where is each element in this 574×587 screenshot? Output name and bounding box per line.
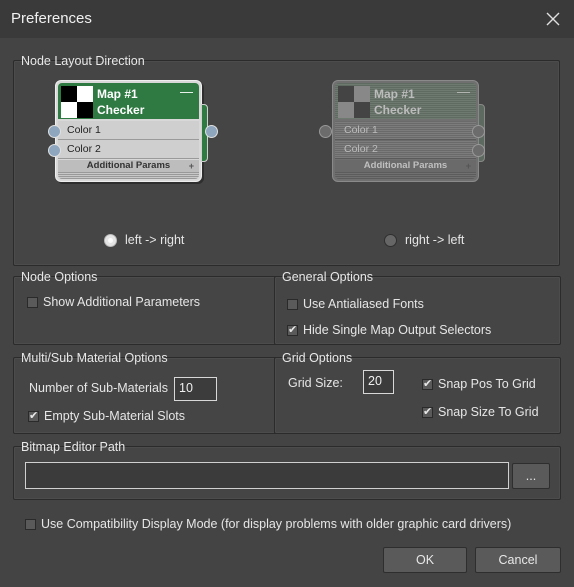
- additional-params: Additional Params +: [58, 160, 199, 172]
- antialiased-fonts-label: Use Antialiased Fonts: [303, 297, 424, 311]
- node-type: Checker: [374, 103, 422, 117]
- compat-mode-checkbox[interactable]: Use Compatibility Display Mode (for disp…: [25, 517, 511, 531]
- title-bar: Preferences: [0, 0, 574, 38]
- node-param-color1: Color 1: [58, 121, 199, 140]
- snap-pos-label: Snap Pos To Grid: [438, 377, 536, 391]
- general-options-title: General Options: [282, 270, 374, 284]
- node-param-color1: Color 1: [335, 121, 476, 140]
- snap-size-label: Snap Size To Grid: [438, 405, 539, 419]
- cancel-button[interactable]: Cancel: [475, 547, 561, 573]
- plus-icon: +: [465, 161, 471, 171]
- checker-swatch: [61, 86, 93, 118]
- input-socket-icon: [48, 144, 61, 157]
- grid-size-label: Grid Size:: [288, 376, 343, 390]
- additional-params: Additional Params +: [335, 160, 476, 172]
- grid-options-group: Grid Options: [274, 351, 561, 434]
- ok-button[interactable]: OK: [383, 547, 467, 573]
- output-socket-icon: [472, 144, 485, 157]
- output-socket-icon: [205, 125, 218, 138]
- node-param-color2: Color 2: [58, 140, 199, 159]
- show-additional-params-label: Show Additional Parameters: [43, 295, 201, 309]
- node-name: Map #1: [97, 87, 138, 101]
- node-options-group: Node Options: [13, 270, 291, 345]
- multi-sub-title: Multi/Sub Material Options: [21, 351, 168, 365]
- checkbox-checked-icon: [422, 377, 433, 390]
- node-footer: [335, 172, 476, 179]
- hide-selectors-checkbox[interactable]: Hide Single Map Output Selectors: [287, 323, 491, 337]
- checker-swatch: [338, 86, 370, 118]
- empty-slots-checkbox[interactable]: Empty Sub-Material Slots: [28, 409, 185, 423]
- node-type: Checker: [97, 103, 145, 117]
- input-socket-icon: [48, 125, 61, 138]
- antialiased-fonts-checkbox[interactable]: Use Antialiased Fonts: [287, 297, 424, 311]
- node-layout-title: Node Layout Direction: [21, 54, 145, 68]
- checkbox-checked-icon: [287, 323, 298, 336]
- radio-right-to-left-label: right -> left: [405, 233, 465, 247]
- checkbox-checked-icon: [28, 409, 39, 422]
- checkbox-icon: [25, 518, 36, 530]
- close-icon: [546, 12, 560, 26]
- node-header: Map #1 Checker —: [335, 83, 476, 119]
- input-socket-icon: [319, 125, 332, 138]
- snap-pos-checkbox[interactable]: Snap Pos To Grid: [422, 377, 536, 391]
- compat-mode-label: Use Compatibility Display Mode (for disp…: [41, 517, 512, 531]
- empty-slots-label: Empty Sub-Material Slots: [44, 409, 186, 423]
- bitmap-editor-path-input[interactable]: [25, 462, 509, 489]
- minimize-icon: —: [180, 84, 193, 99]
- grid-options-title: Grid Options: [282, 351, 353, 365]
- additional-params-label: Additional Params: [86, 160, 171, 171]
- output-socket-icon: [472, 125, 485, 138]
- radio-unselected-icon: [384, 233, 397, 247]
- bitmap-editor-title: Bitmap Editor Path: [21, 440, 126, 454]
- window-title: Preferences: [11, 10, 92, 27]
- radio-selected-icon: [104, 233, 117, 247]
- grid-size-input[interactable]: 20: [363, 370, 394, 394]
- hide-selectors-label: Hide Single Map Output Selectors: [303, 323, 492, 337]
- snap-size-checkbox[interactable]: Snap Size To Grid: [422, 405, 539, 419]
- browse-button[interactable]: ...: [512, 463, 550, 489]
- num-submaterials-input[interactable]: 10: [174, 377, 217, 401]
- additional-params-label: Additional Params: [363, 160, 448, 171]
- radio-left-to-right-label: left -> right: [125, 233, 185, 247]
- show-additional-params-checkbox[interactable]: Show Additional Parameters: [27, 295, 200, 309]
- node-param-color2: Color 2: [335, 140, 476, 159]
- checkbox-checked-icon: [422, 405, 433, 418]
- num-submaterials-label: Number of Sub-Materials: [29, 381, 168, 395]
- close-button[interactable]: [540, 6, 566, 32]
- node-options-title: Node Options: [21, 270, 98, 284]
- radio-right-to-left[interactable]: right -> left: [384, 233, 464, 247]
- plus-icon: +: [188, 161, 194, 171]
- minimize-icon: —: [457, 84, 470, 99]
- node-footer: [58, 172, 199, 179]
- checkbox-icon: [287, 298, 298, 310]
- node-header: Map #1 Checker —: [58, 83, 199, 119]
- node-name: Map #1: [374, 87, 415, 101]
- checkbox-icon: [27, 296, 38, 308]
- radio-left-to-right[interactable]: left -> right: [104, 233, 184, 247]
